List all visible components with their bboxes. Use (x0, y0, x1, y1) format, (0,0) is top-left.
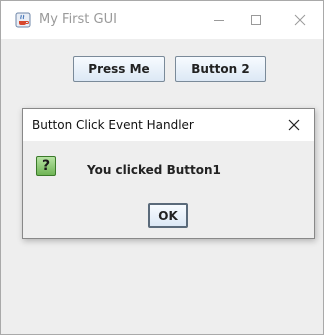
maximize-icon (250, 11, 262, 30)
dialog-titlebar[interactable]: Button Click Event Handler (23, 109, 314, 141)
minimize-icon (213, 11, 225, 30)
dialog-title: Button Click Event Handler (32, 118, 194, 132)
ok-button[interactable]: OK (148, 203, 188, 228)
dialog-message: You clicked Button1 (87, 163, 221, 177)
main-window: My First GUI Press Me Button 2 Button Cl… (0, 0, 324, 335)
window-titlebar[interactable]: My First GUI (1, 1, 323, 39)
close-icon (294, 11, 306, 30)
maximize-button[interactable] (233, 1, 279, 39)
java-cup-icon (15, 12, 31, 28)
button-2[interactable]: Button 2 (175, 56, 266, 82)
close-button[interactable] (277, 1, 323, 39)
question-icon: ? (36, 156, 56, 176)
press-me-button[interactable]: Press Me (73, 56, 165, 82)
close-icon (288, 116, 300, 135)
message-dialog: Button Click Event Handler ? You clicked… (22, 108, 315, 239)
window-title: My First GUI (39, 12, 117, 27)
dialog-close-button[interactable] (283, 114, 305, 136)
